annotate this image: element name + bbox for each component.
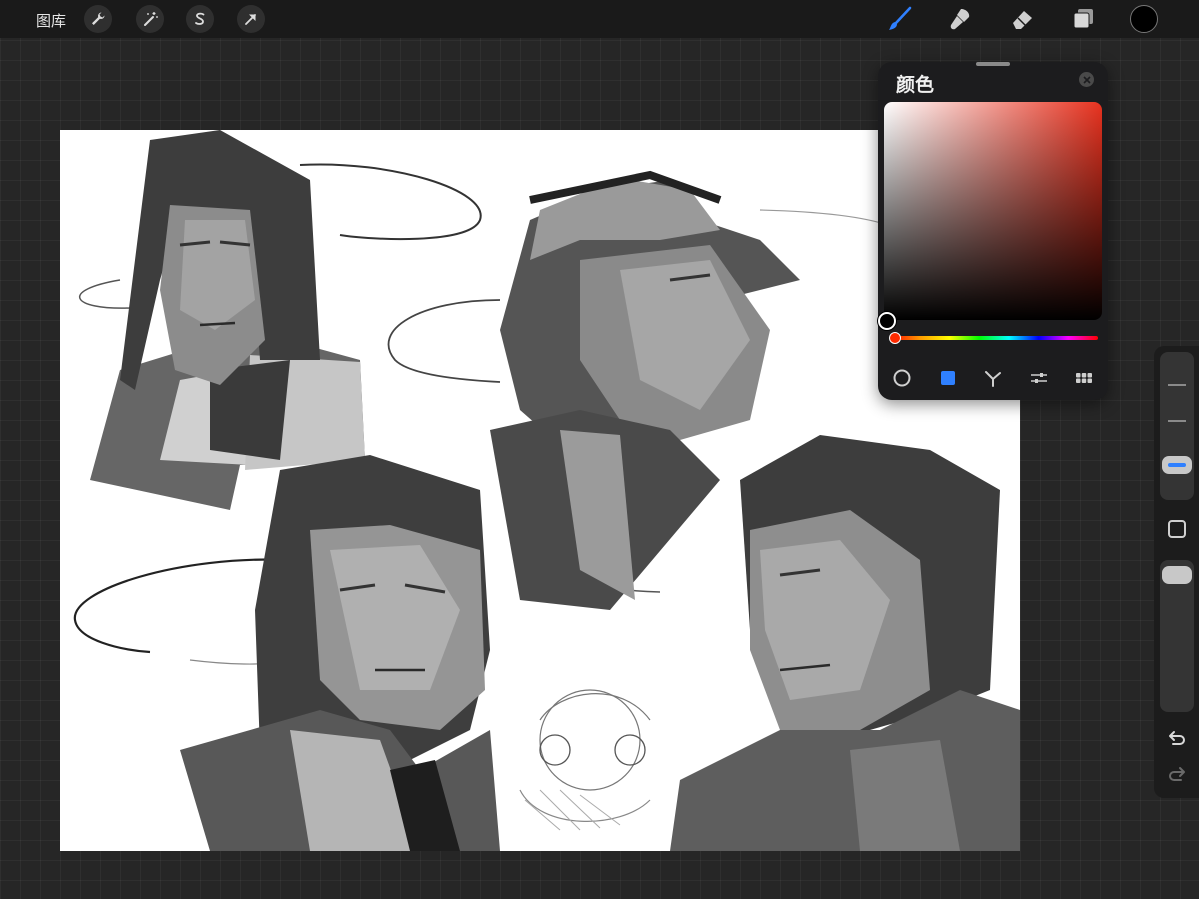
classic-icon — [941, 371, 955, 385]
wrench-icon — [92, 12, 105, 25]
color-picker-handle[interactable] — [878, 312, 896, 330]
palettes-icon — [1076, 373, 1092, 383]
panel-close-button[interactable] — [1079, 72, 1094, 87]
brush-tool[interactable] — [885, 4, 915, 34]
actions-button[interactable] — [84, 5, 112, 33]
mode-palettes-button[interactable] — [1072, 366, 1096, 390]
transform-button[interactable] — [237, 5, 265, 33]
mode-harmony-button[interactable] — [981, 366, 1005, 390]
panel-title: 颜色 — [896, 75, 935, 96]
transform-arrow-icon — [245, 14, 256, 25]
brush-size-thumb[interactable] — [1162, 456, 1192, 474]
brush-opacity-thumb[interactable] — [1162, 566, 1192, 584]
size-tick-mark — [1168, 420, 1186, 422]
current-color-swatch[interactable] — [1130, 5, 1158, 33]
disc-icon — [893, 369, 911, 387]
undo-icon — [1169, 731, 1185, 745]
modify-square-icon — [1168, 520, 1186, 538]
layers-tool[interactable] — [1068, 4, 1098, 34]
saturation-brightness-picker[interactable] — [884, 102, 1102, 320]
brush-icon — [889, 6, 912, 30]
selection-button[interactable] — [186, 5, 214, 33]
adjustments-button[interactable] — [136, 5, 164, 33]
undo-button[interactable] — [1164, 726, 1190, 752]
artwork-sketches — [73, 130, 1020, 851]
eraser-tool[interactable] — [1007, 4, 1037, 34]
drawing-canvas[interactable] — [60, 130, 1020, 851]
mode-disc-button[interactable] — [890, 366, 914, 390]
harmony-icon — [985, 371, 1001, 387]
redo-icon — [1169, 767, 1185, 781]
smudge-tool[interactable] — [945, 4, 975, 34]
layers-icon — [1073, 9, 1093, 29]
color-panel: 颜色 — [878, 62, 1108, 400]
smudge-icon — [950, 9, 970, 30]
right-sidebar — [1154, 346, 1199, 798]
selection-s-icon — [195, 12, 205, 25]
magic-wand-icon — [144, 12, 158, 26]
value-icon — [1031, 373, 1047, 383]
mode-classic-button[interactable] — [936, 366, 960, 390]
hue-slider-handle[interactable] — [889, 332, 901, 344]
top-toolbar: 图库 — [0, 0, 1199, 38]
redo-button[interactable] — [1164, 762, 1190, 788]
mode-value-button[interactable] — [1027, 366, 1051, 390]
modify-button[interactable] — [1164, 516, 1190, 542]
brush-size-slider[interactable] — [1160, 352, 1194, 500]
hue-slider[interactable] — [890, 336, 1098, 340]
size-tick-mark — [1168, 384, 1186, 386]
brush-opacity-slider[interactable] — [1160, 560, 1194, 712]
panel-grabber[interactable] — [976, 62, 1010, 66]
eraser-icon — [1013, 11, 1032, 29]
close-icon — [1082, 75, 1091, 84]
gallery-link[interactable]: 图库 — [36, 10, 66, 31]
